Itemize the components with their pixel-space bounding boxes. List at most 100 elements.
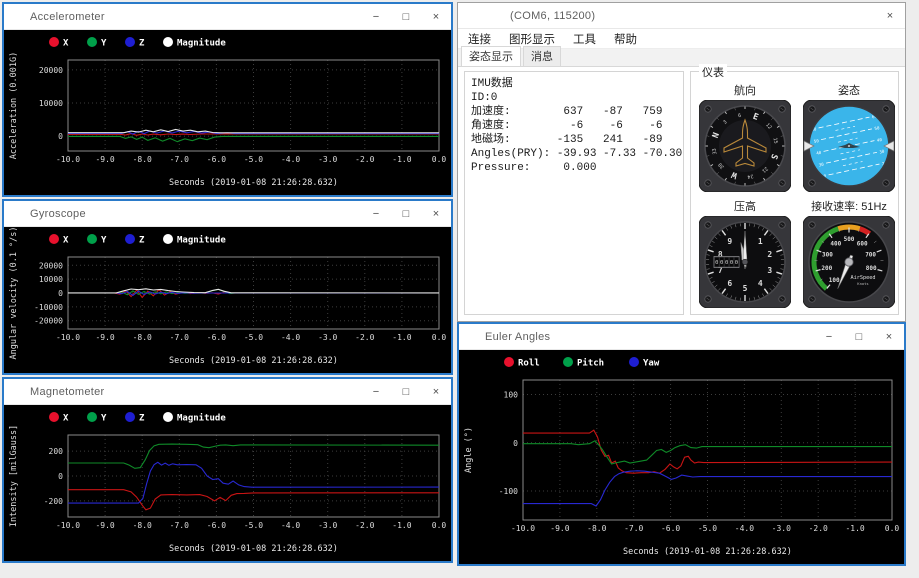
close-button[interactable]: × [875, 3, 905, 29]
minimize-button[interactable]: − [814, 324, 844, 350]
svg-text:-2.0: -2.0 [355, 155, 374, 164]
svg-text:0.0: 0.0 [432, 155, 447, 164]
menu-help[interactable]: 帮助 [614, 31, 637, 47]
close-button[interactable]: × [421, 4, 451, 30]
close-button[interactable]: × [874, 324, 904, 350]
altimeter-cell: 压高 12345678900000 [697, 198, 793, 308]
svg-text:-5.0: -5.0 [244, 521, 263, 530]
accelerometer-titlebar[interactable]: Accelerometer − □ × [4, 4, 451, 30]
tab-bar: 姿态显示 消息 [458, 46, 905, 67]
close-button[interactable]: × [421, 201, 451, 227]
svg-text:Intensity [milGauss]: Intensity [milGauss] [9, 425, 19, 527]
maximize-button[interactable]: □ [391, 379, 421, 405]
maximize-button[interactable]: □ [844, 324, 874, 350]
svg-text:-8.0: -8.0 [133, 521, 152, 530]
svg-text:1: 1 [758, 237, 763, 246]
euler-angles-chart: -10.0 -9.0 -8.0 -7.0 -6.0 -5.0 -4.0 -3.0 -2.0 -1.… [459, 350, 904, 564]
com-content: IMU数据 ID:0 加速度: 637 -87 759 角速度: -6 -6 -… [458, 64, 905, 321]
gyroscope-chart-area: -10.0 -9.0 -8.0 -7.0 -6.0 -5.0 -4.0 -3.0 -2.0 -1.… [4, 227, 451, 373]
svg-text:-2.0: -2.0 [355, 521, 374, 530]
svg-text:9: 9 [727, 237, 732, 246]
svg-text:Angular velocity (0.1 °/s): Angular velocity (0.1 °/s) [9, 227, 19, 360]
svg-text:-9.0: -9.0 [95, 521, 114, 530]
svg-text:-3.0: -3.0 [318, 521, 337, 530]
airspeed-cell: 接收速率: 51Hz 100 200 300 400 500 600 700 800 AirSp… [801, 198, 897, 308]
svg-text:20000: 20000 [39, 66, 63, 75]
window-controls: − □ × [361, 201, 451, 227]
airspeed-label: 接收速率: 51Hz [811, 201, 887, 213]
svg-text:0: 0 [513, 439, 518, 448]
svg-text:-10000: -10000 [34, 303, 63, 312]
euler-angles-window: Euler Angles − □ × -10.0 -9.0 -8.0 -7.0 -6.0… [457, 322, 906, 566]
maximize-button[interactable]: □ [391, 4, 421, 30]
com-title: (COM6, 115200) [510, 9, 596, 22]
tab-attitude-display[interactable]: 姿态显示 [461, 46, 521, 66]
svg-text:Pitch: Pitch [577, 358, 604, 369]
svg-text:Seconds (2019-01-08 21:26:28.6: Seconds (2019-01-08 21:26:28.632) [169, 544, 338, 554]
svg-text:-3.0: -3.0 [318, 333, 337, 342]
svg-text:0.0: 0.0 [432, 333, 447, 342]
svg-text:-5.0: -5.0 [244, 155, 263, 164]
svg-text:6: 6 [727, 279, 732, 288]
svg-text:-8.0: -8.0 [133, 155, 152, 164]
magnetometer-titlebar[interactable]: Magnetometer − □ × [4, 379, 451, 405]
svg-text:-1.0: -1.0 [392, 333, 411, 342]
svg-text:0.0: 0.0 [432, 521, 447, 530]
com-titlebar[interactable]: (COM6, 115200) × [458, 3, 905, 29]
svg-text:0: 0 [720, 260, 723, 266]
svg-text:Acceleration (0.001G): Acceleration (0.001G) [9, 52, 19, 159]
svg-text:0: 0 [58, 472, 63, 481]
accelerometer-chart-area: -10.0 -9.0 -8.0 -7.0 -6.0 -5.0 -4.0 -3.0 -2.0 -1.… [4, 30, 451, 195]
accelerometer-window: Accelerometer − □ × -10.0 -9.0 -8.0 -7.0 -6.… [2, 2, 453, 197]
gyroscope-chart: -10.0 -9.0 -8.0 -7.0 -6.0 -5.0 -4.0 -3.0 -2.0 -1.… [4, 227, 451, 373]
svg-text:-6.0: -6.0 [661, 524, 680, 533]
svg-text:600: 600 [857, 240, 868, 247]
gyroscope-titlebar[interactable]: Gyroscope − □ × [4, 201, 451, 227]
svg-text:Seconds (2019-01-08 21:26:28.6: Seconds (2019-01-08 21:26:28.632) [169, 178, 338, 188]
svg-text:800: 800 [866, 265, 877, 272]
minimize-button[interactable]: − [361, 201, 391, 227]
svg-text:24: 24 [747, 173, 754, 180]
accelerometer-title: Accelerometer [30, 10, 105, 23]
menu-connect[interactable]: 连接 [468, 31, 491, 47]
svg-text:-10.0: -10.0 [56, 155, 80, 164]
magnetometer-chart: -10.0 -9.0 -8.0 -7.0 -6.0 -5.0 -4.0 -3.0 -2.0 -1.… [4, 405, 451, 561]
imu-data-text: IMU数据 ID:0 加速度: 637 -87 759 角速度: -6 -6 -… [471, 78, 683, 174]
compass-cell: 航向 N E S W 3 6 12 15 21 24 30 33 [697, 82, 793, 192]
svg-text:0: 0 [58, 132, 63, 141]
magnetometer-chart-area: -10.0 -9.0 -8.0 -7.0 -6.0 -5.0 -4.0 -3.0 -2.0 -1.… [4, 405, 451, 561]
euler-chart-area: -10.0 -9.0 -8.0 -7.0 -6.0 -5.0 -4.0 -3.0 -2.0 -1.… [459, 350, 904, 564]
euler-titlebar[interactable]: Euler Angles − □ × [459, 324, 904, 350]
svg-text:Seconds (2019-01-08 21:26:28.6: Seconds (2019-01-08 21:26:28.632) [623, 547, 792, 557]
svg-text:10000: 10000 [39, 275, 63, 284]
svg-text:0: 0 [58, 289, 63, 298]
magnetometer-title: Magnetometer [30, 385, 105, 398]
svg-text:400: 400 [830, 240, 841, 247]
euler-title: Euler Angles [485, 330, 551, 343]
close-button[interactable]: × [421, 379, 451, 405]
svg-text:33: 33 [711, 148, 718, 155]
minimize-button[interactable]: − [361, 379, 391, 405]
svg-text:-5.0: -5.0 [698, 524, 717, 533]
maximize-button[interactable]: □ [391, 201, 421, 227]
svg-text:-7.0: -7.0 [170, 521, 189, 530]
minimize-button[interactable]: − [361, 4, 391, 30]
svg-text:-9.0: -9.0 [95, 155, 114, 164]
svg-text:15: 15 [772, 137, 779, 144]
menu-tools[interactable]: 工具 [573, 31, 596, 47]
svg-text:-7.0: -7.0 [170, 155, 189, 164]
magnetometer-window: Magnetometer − □ × -10.0 -9.0 -8.0 -7.0 -6.0… [2, 377, 453, 563]
svg-text:-100: -100 [499, 487, 518, 496]
svg-text:5: 5 [743, 284, 748, 293]
svg-text:0: 0 [735, 260, 738, 266]
attitude-label: 姿态 [838, 85, 860, 97]
svg-text:-9.0: -9.0 [550, 524, 569, 533]
svg-text:-6.0: -6.0 [207, 521, 226, 530]
svg-text:Roll: Roll [518, 359, 540, 369]
menu-graph-display[interactable]: 图形显示 [509, 31, 555, 47]
svg-text:-9.0: -9.0 [95, 333, 114, 342]
svg-text:X: X [63, 414, 69, 424]
svg-text:-4.0: -4.0 [735, 524, 754, 533]
svg-text:0.0: 0.0 [885, 524, 900, 533]
tab-messages[interactable]: 消息 [523, 46, 561, 66]
